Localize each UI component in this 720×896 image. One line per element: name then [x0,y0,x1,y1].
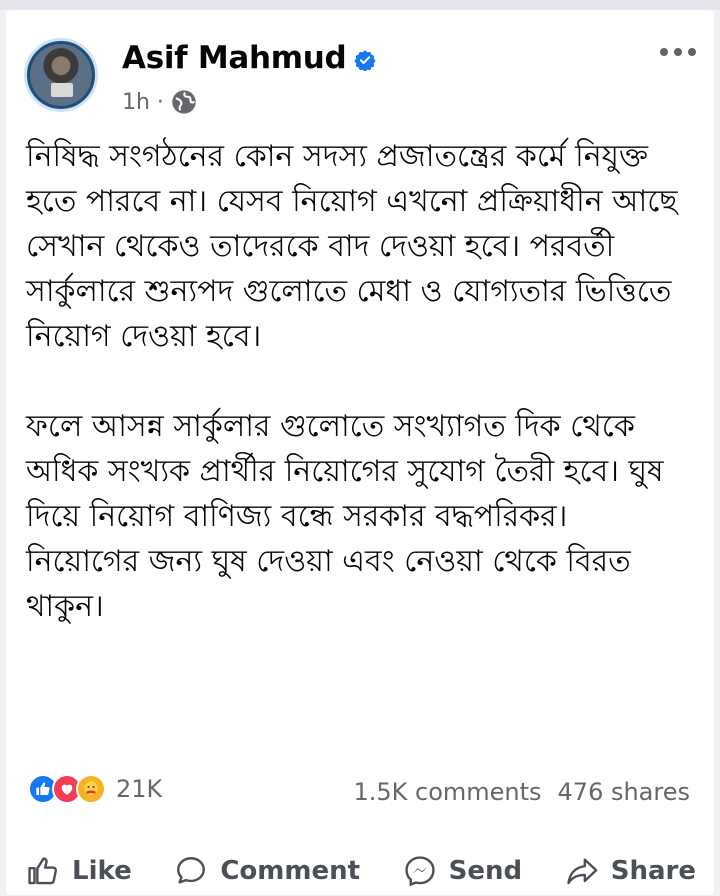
share-label: Share [610,856,696,886]
dot [688,48,696,56]
care-reaction-icon [76,774,106,804]
messenger-icon [404,856,435,887]
reaction-count[interactable]: 21K [116,775,162,803]
author-name[interactable]: Asif Mahmud [122,40,347,76]
like-button[interactable]: Like [26,846,132,896]
comment-label: Comment [220,856,361,886]
avatar[interactable] [24,38,98,112]
reactions-summary[interactable]: 21K [28,774,162,804]
comments-count[interactable]: 1.5K comments [353,778,541,806]
post-time[interactable]: 1h · [122,90,164,115]
dot [674,48,682,56]
more-options-icon[interactable] [660,48,696,56]
comment-icon [177,857,206,884]
top-divider [0,0,720,10]
post-paragraph: নিষিদ্ধ সংগঠনের কোন সদস্য প্রজাতন্ত্রের … [26,139,678,354]
post-paragraph: ফলে আসন্ন সার্কুলার গুলোতে সংখ্যাগত দিক … [26,409,664,624]
like-icon [28,857,57,885]
send-button[interactable]: Send [403,846,522,896]
dot [660,48,668,56]
comment-button[interactable]: Comment [174,846,360,896]
share-icon [567,858,598,885]
like-label: Like [72,856,132,886]
post-card: Asif Mahmud 1h · নিষিদ্ধ সংগঠনের কোন সদস… [6,10,714,895]
send-label: Send [448,856,523,886]
post-header: Asif Mahmud 1h · [24,34,714,116]
verified-badge-icon [354,50,376,71]
engagement-stats: 1.5K comments 476 shares [353,778,690,806]
shares-count[interactable]: 476 shares [558,778,690,806]
post-meta: 1h · [122,88,198,116]
post-body: নিষিদ্ধ সংগঠনের কোন সদস্য প্রজাতন্ত্রের … [26,134,686,674]
globe-icon[interactable] [170,88,198,116]
post-actions-bar: Like Comment Send Share [6,846,714,896]
avatar-podium [51,83,73,97]
share-button[interactable]: Share [565,846,696,896]
